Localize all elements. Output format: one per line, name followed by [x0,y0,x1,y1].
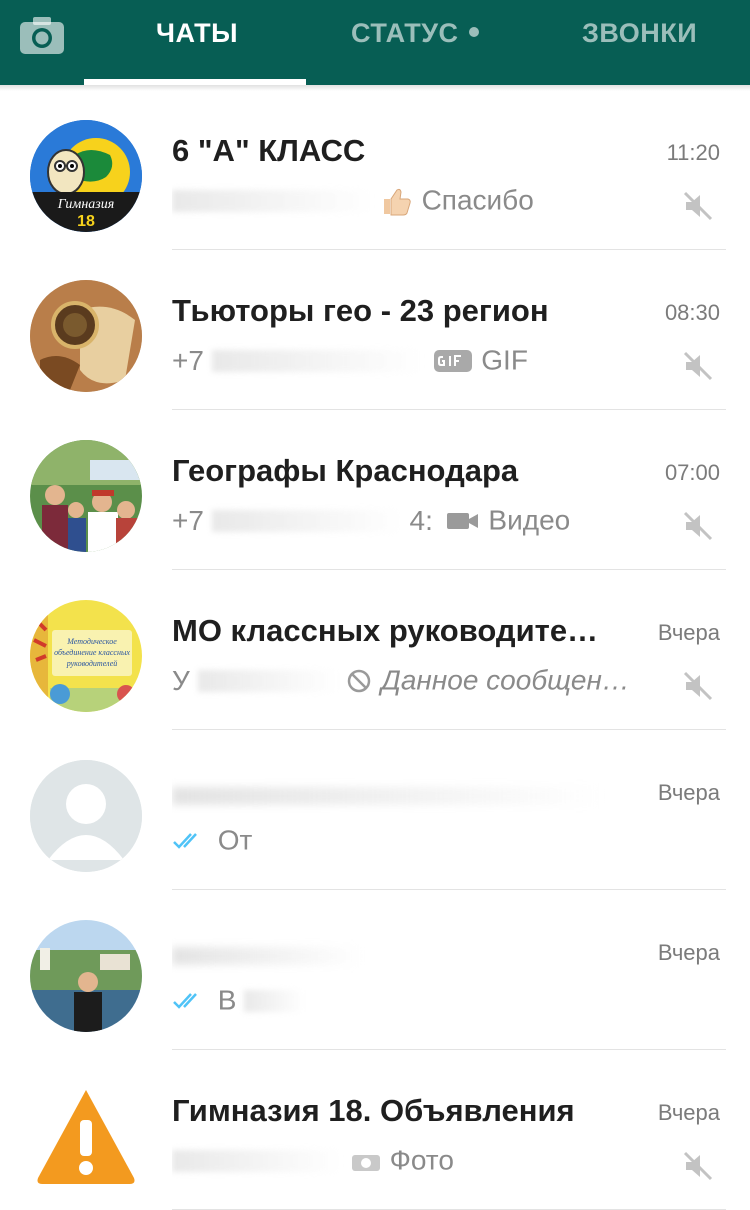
redacted-sender [172,189,372,212]
chat-time: 07:00 [664,460,720,485]
chat-time: 11:20 [666,140,720,165]
message-text: От [217,824,253,856]
redacted-name [172,947,362,965]
avatar[interactable] [30,920,142,1032]
muted-icon [683,511,713,541]
chat-row[interactable]: Гимназия 18. Объявления Вчера Фото [0,1050,750,1210]
muted-icon [683,1151,713,1181]
photo-camera-icon [351,1154,380,1171]
chat-time: Вчера [657,1100,720,1125]
chat-row[interactable]: Вчера От [0,730,750,890]
message-sender: +7 [172,504,204,536]
avatar[interactable] [30,280,142,392]
message-text: GIF [481,344,528,376]
message-preview: Фото [172,1143,652,1183]
avatar-image [30,920,142,1032]
double-check-icon [173,992,197,1009]
message-sender: У [172,664,190,696]
warning-icon [37,1090,135,1184]
top-app-bar: ЧАТЫ СТАТУС ЗВОНКИ [0,0,750,85]
redacted-sender [197,669,338,692]
camera-icon[interactable] [18,14,66,56]
message-preview: +7 GIF [172,343,652,383]
message-preview: +7 4: Видео [172,503,652,543]
chat-name: Гимназия 18. Объявления [172,1093,575,1128]
svg-text:руководителей: руководителей [66,659,118,668]
chat-time: 08:30 [664,300,720,325]
deleted-message-icon [348,669,371,692]
redacted-name [172,787,602,805]
svg-text:объединение классных: объединение классных [54,648,130,657]
avatar-image: Гимназия 18 [30,120,142,232]
avatar[interactable] [30,760,142,872]
tab-calls[interactable]: ЗВОНКИ [582,18,697,49]
chat-name [172,933,632,973]
video-camera-icon [446,512,478,529]
redacted-sender [172,1149,342,1172]
message-preview: Спасибо [172,183,652,223]
message-text: Данное сообщен… [381,664,630,696]
message-sender-suffix: 4: [409,504,433,536]
redacted-sender [211,509,402,532]
message-preview: В [172,983,652,1023]
message-preview: От [172,823,652,863]
muted-icon [683,351,713,381]
chat-row[interactable]: Методическое объединение классных руково… [0,570,750,730]
tab-status-label: СТАТУС [351,18,459,48]
chat-time: Вчера [657,940,720,965]
chat-row[interactable]: Вчера В [0,890,750,1050]
chat-name: Географы Краснодара [172,453,519,488]
message-text: Спасибо [421,184,534,216]
message-text: Фото [389,1144,454,1176]
svg-text:Методическое: Методическое [66,637,117,646]
tab-status[interactable]: СТАТУС [351,18,479,49]
message-text: Видео [488,504,571,536]
chat-row[interactable]: Тьюторы гео - 23 регион 08:30 +7 GIF [0,250,750,410]
tab-chats[interactable]: ЧАТЫ [156,18,238,49]
muted-icon [683,191,713,221]
avatar[interactable] [30,440,142,552]
chat-name: МО классных руководите… [172,613,599,648]
chat-name: Тьюторы гео - 23 регион [172,293,549,328]
default-avatar-icon [30,760,142,872]
chat-row[interactable]: Гимназия 18 6 "А" КЛАСС 11:20 Спасибо [0,90,750,250]
avatar-image [30,280,142,392]
svg-text:18: 18 [77,213,95,230]
chat-time: Вчера [657,620,720,645]
chat-time: Вчера [657,780,720,805]
status-update-dot [468,26,479,37]
muted-icon [683,671,713,701]
message-sender: +7 [172,344,204,376]
gif-icon [433,349,472,372]
avatar-image [30,440,142,552]
svg-text:Гимназия: Гимназия [57,197,115,212]
chat-name [172,773,632,813]
avatar[interactable]: Методическое объединение классных руково… [30,600,142,712]
avatar[interactable]: Гимназия 18 [30,120,142,232]
chat-name: 6 "А" КЛАСС [172,133,366,168]
redacted-message [244,989,305,1012]
chat-row[interactable]: Географы Краснодара 07:00 +7 4: Видео [0,410,750,570]
redacted-sender [211,349,422,372]
avatar-image: Методическое объединение классных руково… [30,600,142,712]
thumbs-up-icon [383,188,411,216]
avatar[interactable] [30,1080,142,1192]
double-check-icon [173,832,197,849]
message-preview: У Данное сообщен… [172,663,652,703]
message-text: В [217,984,237,1016]
